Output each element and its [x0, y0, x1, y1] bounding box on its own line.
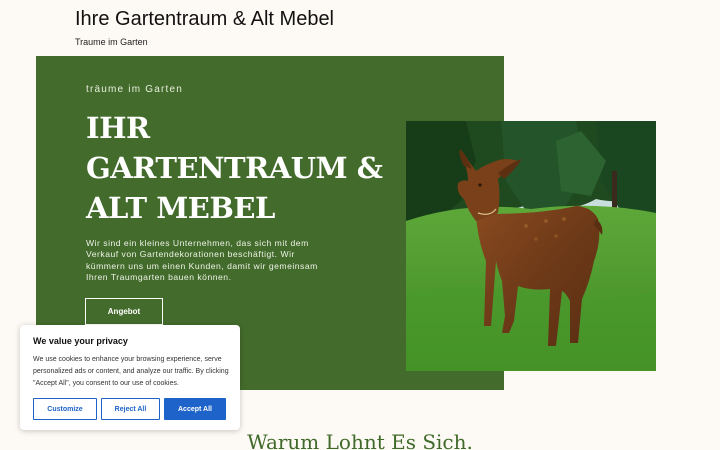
- cookie-consent-banner: We value your privacy We use cookies to …: [20, 325, 240, 430]
- deer-garden-photo: [406, 121, 656, 371]
- hero-eyebrow: träume im Garten: [86, 84, 184, 95]
- hero-deer-image: [406, 121, 656, 371]
- reject-all-button[interactable]: Reject All: [101, 398, 160, 420]
- cookie-banner-text: We use cookies to enhance your browsing …: [33, 356, 229, 387]
- angebot-button[interactable]: Angebot: [85, 298, 163, 325]
- accept-all-button[interactable]: Accept All: [164, 398, 226, 420]
- site-tagline: Traume im Garten: [75, 37, 148, 47]
- hero-description: Wir sind ein kleines Unternehmen, das si…: [86, 238, 318, 283]
- hero-heading-line: IHR: [86, 111, 150, 145]
- hero-heading: IHR GARTENTRAUM & ALT MEBEL: [86, 108, 386, 228]
- cookie-banner-title: We value your privacy: [33, 336, 128, 346]
- customize-button[interactable]: Customize: [33, 398, 97, 420]
- hero-heading-line: ALT MEBEL: [86, 191, 275, 225]
- section-heading: Warum Lohnt Es Sich.: [247, 430, 473, 450]
- hero-heading-line: GARTENTRAUM &: [86, 151, 383, 185]
- site-title[interactable]: Ihre Gartentraum & Alt Mebel: [75, 8, 334, 31]
